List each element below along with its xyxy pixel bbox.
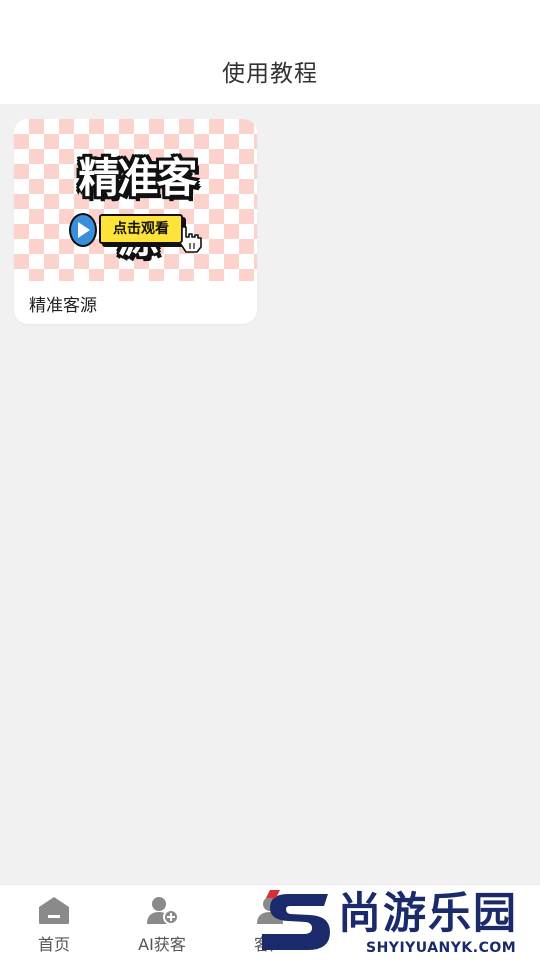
tutorial-card[interactable]: 精准客源 点击观看 精准客源	[14, 119, 257, 324]
tab-home[interactable]: 首页	[0, 885, 108, 960]
play-icon	[69, 213, 97, 247]
tutorial-thumbnail[interactable]: 精准客源 点击观看	[14, 119, 257, 281]
watermark-url: SHYIYUANYK.COM	[366, 940, 517, 956]
pointer-hand-icon	[179, 226, 202, 253]
tab-label: AI获客	[138, 935, 186, 954]
watch-button[interactable]: 点击观看	[99, 214, 183, 244]
tab-label: 首页	[37, 935, 70, 954]
thumbnail-title: 精准客源	[78, 154, 198, 262]
page-title: 使用教程	[222, 61, 318, 87]
tab-ai-acquire[interactable]: AI获客	[108, 885, 216, 960]
watermark-logo-icon	[262, 890, 330, 950]
tutorial-label: 精准客源	[29, 296, 97, 316]
top-header: 使用教程	[0, 0, 540, 104]
home-icon	[39, 897, 69, 924]
add-user-icon	[147, 897, 179, 925]
watermark-overlay: 尚游乐园 SHYIYUANYK.COM	[258, 888, 540, 960]
watermark-brand: 尚游乐园	[338, 889, 518, 939]
app-screen: 使用教程 精准客源 点击观看 精准客源 首页	[0, 0, 540, 960]
